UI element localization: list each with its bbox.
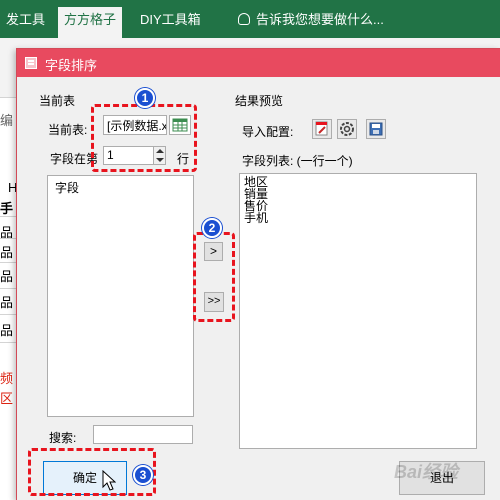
spin-buttons[interactable] (153, 147, 165, 164)
field-sort-dialog: 字段排序 当前表 当前表: [示例数据.xl 字段在第 1 行 字段 搜索: >… (16, 48, 500, 500)
tab-fangfang-gezi[interactable]: 方方格子 (58, 7, 123, 38)
tell-me-search[interactable]: 告诉我您想要做什么... (238, 9, 384, 31)
import-file-button[interactable] (312, 119, 332, 139)
sheet-fragment: 区 (0, 391, 14, 406)
move-one-button[interactable]: > (204, 242, 223, 261)
list-item[interactable]: 销量 (244, 188, 472, 200)
mouse-cursor-icon (102, 470, 116, 491)
sheet-fragment: 品 (0, 295, 14, 310)
sheet-fragment: 频 (0, 371, 14, 386)
sheet-fragment: 编 (0, 113, 14, 128)
current-table-section-label: 当前表 (39, 94, 76, 108)
tell-me-text: 告诉我您想要做什么... (256, 12, 384, 27)
dialog-title: 字段排序 (45, 58, 98, 73)
move-all-button[interactable]: >> (204, 292, 224, 312)
save-icon (369, 122, 383, 136)
result-preview-label: 结果预览 (235, 94, 284, 108)
sheet-fragment: 手 (0, 201, 14, 216)
field-row-suffix: 行 (177, 152, 190, 166)
search-label: 搜索: (49, 431, 77, 445)
table-grid-icon (172, 118, 188, 132)
list-item[interactable]: 手机 (244, 212, 472, 224)
source-field-list[interactable]: 字段 (47, 175, 194, 417)
form-icon (25, 57, 37, 69)
gear-icon (340, 122, 354, 136)
lightbulb-icon (238, 13, 250, 25)
select-table-button[interactable] (169, 115, 191, 135)
baidu-watermark: Bai经验 (394, 462, 459, 482)
sheet-fragment: 品 (0, 323, 14, 338)
current-table-label: 当前表: (48, 123, 88, 137)
list-item[interactable]: 字段 (55, 182, 189, 194)
excel-ribbon-tabs: 发工具 方方格子 DIY工具箱 告诉我您想要做什么... (0, 0, 500, 38)
field-row-label: 字段在第 (50, 152, 99, 166)
search-input[interactable] (93, 425, 193, 444)
step-badge-1: 1 (135, 88, 155, 108)
dialog-titlebar[interactable]: 字段排序 (17, 49, 500, 77)
spin-down-icon[interactable] (156, 158, 164, 162)
tab-diy-toolbox[interactable]: DIY工具箱 (134, 9, 207, 31)
step-badge-3: 3 (133, 465, 153, 485)
spin-up-icon[interactable] (156, 149, 164, 153)
import-file-icon (315, 121, 328, 136)
field-list-label: 字段列表: (一行一个) (242, 154, 353, 168)
settings-button[interactable] (337, 119, 357, 139)
sheet-fragment: 品 (0, 269, 14, 284)
save-config-button[interactable] (366, 119, 386, 139)
result-field-list[interactable]: 地区 销量 售价 手机 (239, 173, 477, 449)
tab-dev-tools[interactable]: 发工具 (0, 9, 51, 31)
import-config-label: 导入配置: (242, 125, 294, 139)
step-badge-2: 2 (202, 218, 222, 238)
field-row-value: 1 (107, 148, 114, 162)
list-item[interactable]: 售价 (244, 200, 472, 212)
current-table-input[interactable]: [示例数据.xl (103, 115, 167, 135)
list-item[interactable]: 地区 (244, 176, 472, 188)
sheet-fragment: 品 (0, 245, 14, 260)
field-row-stepper[interactable]: 1 (103, 146, 166, 165)
